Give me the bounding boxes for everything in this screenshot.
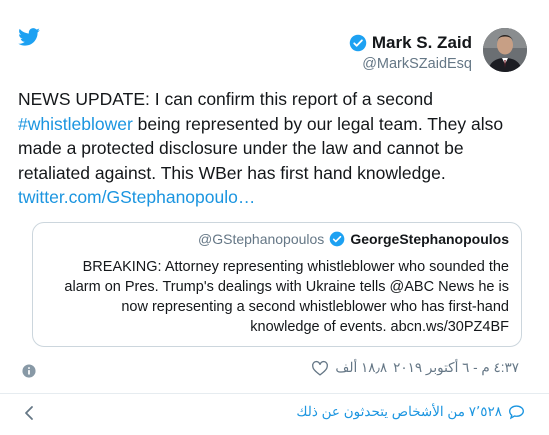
chevron-left-icon[interactable] <box>22 405 36 421</box>
quoted-tweet-link[interactable]: twitter.com/GStephanopoulo… <box>18 187 255 207</box>
quoted-tweet-card[interactable]: @GStephanopoulos GeorgeStephanopoulos BR… <box>32 222 522 347</box>
tweet-text-part1: NEWS UPDATE: I can confirm this report o… <box>18 89 433 109</box>
speech-bubble-icon <box>509 405 524 420</box>
info-icon[interactable] <box>22 364 36 378</box>
like-count[interactable]: ١٨٫٨ ألف <box>335 360 387 376</box>
tweet-meta-row: ٤:٣٧ م - ٦ أكتوبر ٢٠١٩ ١٨٫٨ ألف <box>311 360 519 376</box>
heart-icon[interactable] <box>311 360 329 376</box>
quoted-author-name: GeorgeStephanopoulos <box>350 231 509 247</box>
verified-badge-icon <box>349 34 367 52</box>
verified-badge-icon <box>329 231 345 247</box>
conversation-link[interactable]: ٧٬٥٢٨ من الأشخاص يتحدثون عن ذلك <box>296 404 525 420</box>
author-name-row[interactable]: Mark S. Zaid <box>349 33 472 53</box>
quoted-tweet-header: @GStephanopoulos GeorgeStephanopoulos <box>198 231 509 247</box>
conversation-count-text[interactable]: ٧٬٥٢٨ من الأشخاص يتحدثون عن ذلك <box>296 404 502 420</box>
quoted-tweet-text: BREAKING: Attorney representing whistleb… <box>64 259 509 335</box>
hashtag-link[interactable]: #whistleblower <box>18 114 133 134</box>
footer-divider <box>0 393 549 394</box>
quoted-author-handle: @GStephanopoulos <box>198 231 325 247</box>
author-handle[interactable]: @MarkSZaidEsq <box>362 56 472 72</box>
embedded-tweet: Mark S. Zaid @MarkSZaidEsq NEWS UPDATE: … <box>0 0 549 435</box>
tweet-timestamp[interactable]: ٤:٣٧ م - ٦ أكتوبر ٢٠١٩ <box>393 360 519 376</box>
twitter-bird-icon[interactable] <box>18 28 40 46</box>
author-name[interactable]: Mark S. Zaid <box>372 33 472 53</box>
author-avatar[interactable] <box>483 28 527 72</box>
tweet-text: NEWS UPDATE: I can confirm this report o… <box>18 87 523 210</box>
avatar-image <box>483 28 527 72</box>
